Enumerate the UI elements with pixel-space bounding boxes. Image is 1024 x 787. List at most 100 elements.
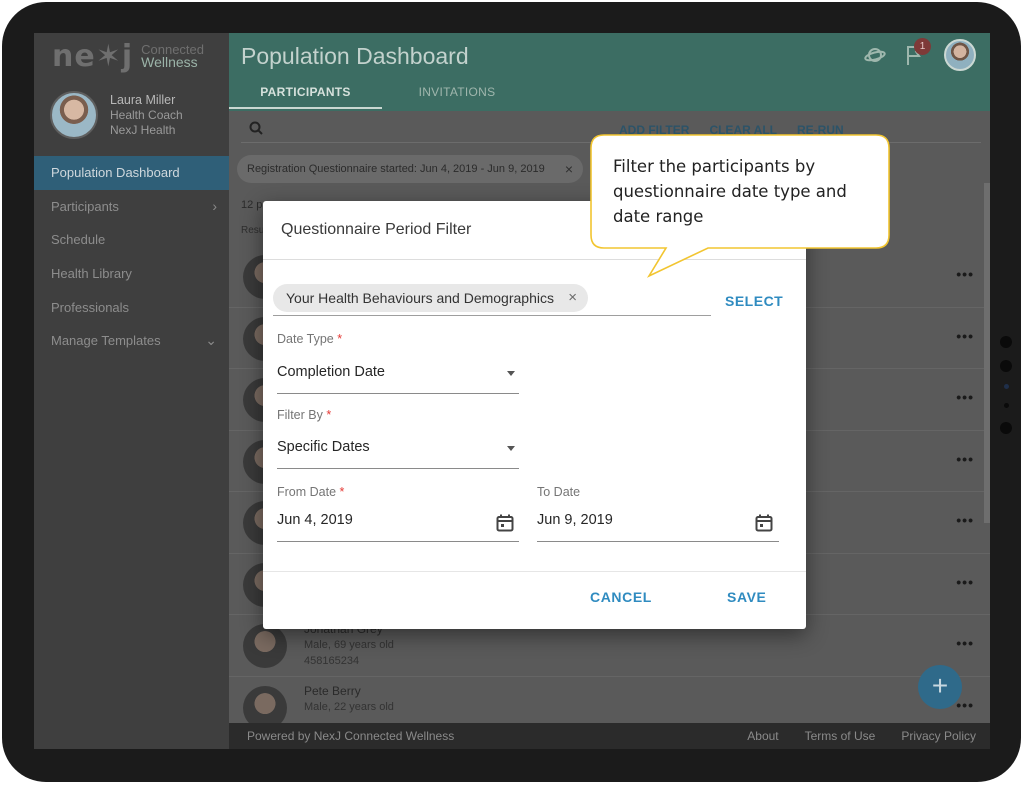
questionnaire-chip[interactable]: Your Health Behaviours and Demographics … — [273, 284, 588, 312]
required-mark: * — [326, 408, 332, 422]
to-date-underline — [537, 541, 779, 542]
participant-count: 12 p — [241, 199, 263, 211]
more-icon[interactable]: ••• — [956, 389, 974, 405]
tab-bar: PARTICIPANTS INVITATIONS — [229, 85, 532, 109]
sidebar-item-label: Schedule — [51, 232, 106, 248]
sidebar-item-professionals[interactable]: Professionals — [34, 290, 229, 324]
avatar — [243, 624, 287, 668]
from-date-label: From Date * — [277, 485, 344, 499]
required-mark: * — [339, 485, 345, 499]
more-icon[interactable]: ••• — [956, 328, 974, 344]
more-icon[interactable]: ••• — [956, 574, 974, 590]
sidebar-item-manage-templates[interactable]: Manage Templates ⌄ — [34, 324, 229, 358]
active-filter-chip[interactable]: Registration Questionnaire started: Jun … — [237, 155, 583, 183]
participant-info: Pete Berry Male, 22 years old — [304, 683, 394, 715]
logo-line-2: Wellness — [141, 54, 198, 70]
footer-links: About Terms of Use Privacy Policy — [747, 729, 976, 743]
results-label: Resu — [241, 225, 265, 236]
avatar — [50, 91, 98, 139]
save-button[interactable]: SAVE — [727, 589, 767, 605]
more-icon[interactable]: ••• — [956, 266, 974, 282]
required-mark: * — [337, 332, 343, 346]
calendar-icon[interactable] — [496, 514, 514, 532]
to-date-label: To Date — [537, 485, 581, 499]
more-icon[interactable]: ••• — [956, 512, 974, 528]
sidebar-item-label: Professionals — [51, 299, 130, 315]
participant-detail: Male, 69 years old — [304, 639, 394, 651]
from-date-input[interactable]: Jun 4, 2019 — [277, 512, 353, 528]
to-date-input[interactable]: Jun 9, 2019 — [537, 512, 613, 528]
more-icon[interactable]: ••• — [956, 697, 974, 713]
date-type-underline — [277, 393, 519, 394]
side-dot — [1000, 360, 1012, 372]
search-icon — [249, 121, 263, 138]
app-header: Population Dashboard PARTICIPANTS INVITA… — [229, 33, 990, 111]
sidebar-item-label: Participants — [51, 198, 119, 214]
user-name: Laura Miller — [110, 92, 176, 107]
questionnaire-field-underline — [273, 315, 711, 316]
header-actions: 1 — [846, 38, 976, 71]
terms-link[interactable]: Terms of Use — [805, 729, 876, 743]
filter-by-label-text: Filter By — [277, 408, 323, 422]
calendar-icon[interactable] — [755, 514, 773, 532]
page-title: Population Dashboard — [241, 43, 469, 69]
powered-by-text: Powered by NexJ Connected Wellness — [247, 729, 455, 743]
side-dot — [1003, 403, 1009, 408]
chevron-down-icon: ⌄ — [205, 332, 217, 349]
date-type-label: Date Type * — [277, 332, 342, 346]
participant-name: Pete Berry — [304, 683, 361, 698]
participant-id: 458165234 — [304, 655, 360, 667]
date-type-label-text: Date Type — [277, 332, 334, 346]
filter-by-select[interactable]: Specific Dates — [277, 439, 370, 455]
profile-avatar[interactable] — [944, 39, 976, 71]
date-type-select[interactable]: Completion Date — [277, 364, 385, 380]
from-date-underline — [277, 541, 519, 542]
scrollbar[interactable] — [984, 183, 990, 523]
device-side-dots — [999, 336, 1013, 446]
callout-annotation: Filter the participants by questionnaire… — [590, 134, 890, 278]
sidebar: ne✶j Connected Wellness Laura Miller Hea… — [34, 33, 229, 749]
sidebar-item-population-dashboard[interactable]: Population Dashboard — [34, 156, 229, 190]
about-link[interactable]: About — [747, 729, 778, 743]
side-dot — [1000, 336, 1012, 348]
side-dot — [1000, 422, 1012, 434]
sidebar-item-participants[interactable]: Participants › — [34, 190, 229, 224]
footer: Powered by NexJ Connected Wellness About… — [229, 723, 990, 749]
cancel-button[interactable]: CANCEL — [590, 589, 652, 605]
close-icon[interactable]: × — [565, 155, 573, 183]
select-button[interactable]: SELECT — [725, 293, 783, 309]
flag-icon[interactable]: 1 — [904, 38, 931, 66]
participant-detail: Male, 22 years old — [304, 700, 394, 713]
sidebar-nav: Population Dashboard Participants › Sche… — [34, 156, 229, 358]
more-icon[interactable]: ••• — [956, 451, 974, 467]
sidebar-item-label: Population Dashboard — [51, 165, 180, 181]
add-participant-button[interactable]: + — [918, 665, 962, 709]
close-icon[interactable]: × — [568, 284, 577, 312]
chevron-right-icon: › — [212, 198, 217, 215]
logo-mark: ne✶j — [52, 38, 134, 74]
filter-by-label: Filter By * — [277, 408, 331, 422]
tab-participants[interactable]: PARTICIPANTS — [229, 85, 382, 109]
side-dot — [1003, 384, 1009, 389]
tab-invitations[interactable]: INVITATIONS — [382, 85, 532, 109]
notification-badge: 1 — [914, 38, 931, 55]
logo-text: Connected Wellness — [141, 43, 204, 69]
user-profile[interactable]: Laura Miller Health Coach NexJ Health — [50, 91, 183, 139]
sidebar-item-label: Manage Templates — [51, 333, 161, 349]
dropdown-arrow-icon[interactable] — [507, 446, 515, 451]
filter-by-underline — [277, 468, 519, 469]
sidebar-item-health-library[interactable]: Health Library — [34, 257, 229, 291]
brand-logo[interactable]: ne✶j Connected Wellness — [52, 38, 204, 74]
user-org: NexJ Health — [110, 122, 176, 137]
more-icon[interactable]: ••• — [956, 635, 974, 651]
filter-chip-label: Registration Questionnaire started: Jun … — [247, 163, 545, 175]
divider — [263, 571, 806, 572]
user-role: Health Coach — [110, 107, 183, 122]
callout-text: Filter the participants by questionnaire… — [613, 157, 847, 226]
privacy-link[interactable]: Privacy Policy — [901, 729, 976, 743]
saturn-icon[interactable] — [864, 44, 886, 66]
dropdown-arrow-icon[interactable] — [507, 371, 515, 376]
sidebar-item-label: Health Library — [51, 266, 132, 282]
questionnaire-chip-label: Your Health Behaviours and Demographics — [286, 290, 554, 306]
sidebar-item-schedule[interactable]: Schedule — [34, 223, 229, 257]
